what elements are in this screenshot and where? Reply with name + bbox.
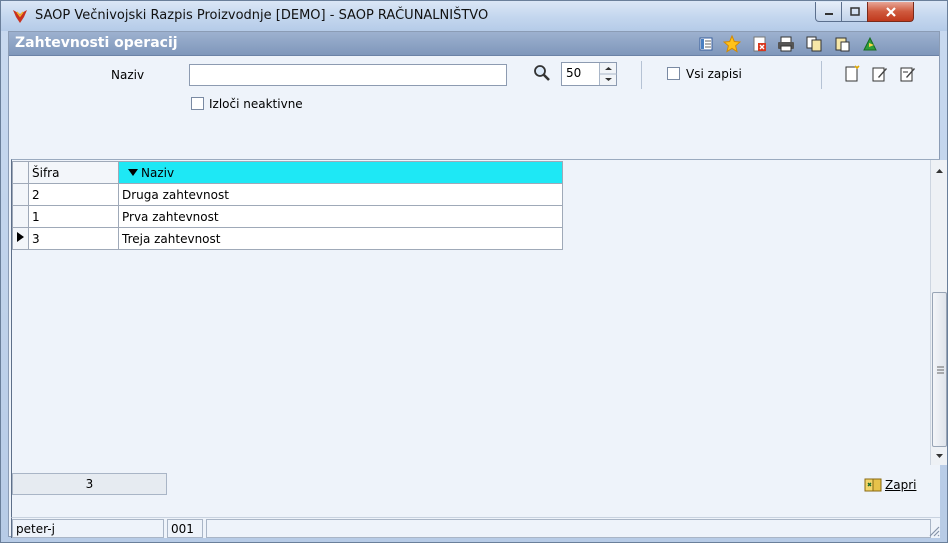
form-title: Zahtevnosti operacij [15, 35, 178, 51]
column-header-sifra[interactable]: Šifra [28, 161, 119, 184]
table-header-row: Šifra Naziv [12, 161, 563, 184]
application-window: SAOP Večnivojski Razpis Proizvodnje [DEM… [0, 0, 948, 543]
records-table: Šifra Naziv 2 Druga zahtevnost 1 Prva za… [12, 161, 563, 250]
cell-naziv[interactable]: Druga zahtevnost [118, 183, 563, 206]
status-bar: peter-j 001 [11, 517, 940, 538]
vsi-zapisi-label: Vsi zapisi [686, 67, 742, 81]
edit-multiple-icon[interactable] [899, 65, 917, 83]
izloci-neaktivne-checkbox[interactable] [191, 97, 204, 110]
zapri-button[interactable]: Zapri [864, 475, 916, 495]
columns-icon[interactable] [697, 35, 715, 53]
table-row[interactable]: 2 Druga zahtevnost [12, 183, 563, 206]
title-bar: SAOP Večnivojski Razpis Proizvodnje [DEM… [1, 1, 947, 31]
data-grid: Šifra Naziv 2 Druga zahtevnost 1 Prva za… [11, 159, 947, 465]
status-message [206, 519, 931, 538]
record-limit-stepper[interactable]: 50 [561, 62, 617, 86]
new-record-icon[interactable] [843, 65, 861, 83]
maximize-button[interactable] [841, 2, 868, 22]
record-limit-value: 50 [566, 66, 582, 80]
close-book-icon [864, 478, 882, 492]
table-row[interactable]: 1 Prva zahtevnost [12, 205, 563, 228]
sort-desc-icon [128, 168, 138, 176]
close-document-icon[interactable] [751, 35, 769, 53]
row-indicator-current[interactable] [12, 227, 29, 250]
grip-icon [937, 366, 944, 374]
current-row-arrow-icon [17, 232, 24, 242]
column-header-naziv[interactable]: Naziv [118, 161, 563, 184]
paste-record-icon[interactable] [833, 35, 851, 53]
zapri-label: Zapri [885, 478, 917, 492]
separator [821, 61, 822, 89]
minimize-button[interactable] [815, 2, 842, 22]
scroll-up-arrow-icon[interactable] [932, 164, 947, 178]
cell-sifra[interactable]: 2 [28, 183, 119, 206]
row-indicator-header [12, 161, 29, 184]
saop-app-icon [13, 10, 27, 23]
status-company: 001 [167, 519, 203, 538]
favorite-star-icon[interactable] [723, 35, 741, 53]
scroll-thumb[interactable] [932, 292, 947, 447]
window-title: SAOP Večnivojski Razpis Proizvodnje [DEM… [35, 8, 489, 23]
vertical-scrollbar[interactable] [930, 160, 947, 465]
cell-naziv[interactable]: Prva zahtevnost [118, 205, 563, 228]
cell-sifra[interactable]: 1 [28, 205, 119, 228]
scroll-down-arrow-icon[interactable] [932, 449, 947, 463]
separator [641, 61, 642, 89]
izloci-neaktivne-label: Izloči neaktivne [209, 97, 303, 111]
record-count: 3 [12, 473, 167, 495]
naziv-label: Naziv [111, 68, 145, 82]
search-icon[interactable] [533, 64, 551, 82]
vsi-zapisi-checkbox[interactable] [667, 67, 680, 80]
cell-naziv[interactable]: Treja zahtevnost [118, 227, 563, 250]
column-header-naziv-label: Naziv [141, 165, 175, 180]
status-user: peter-j [12, 519, 164, 538]
row-indicator[interactable] [12, 183, 29, 206]
footer-panel: 3 Zapri [11, 465, 940, 517]
naziv-search-input[interactable] [189, 64, 507, 86]
row-indicator[interactable] [12, 205, 29, 228]
copy-record-icon[interactable] [805, 35, 823, 53]
close-window-button[interactable] [867, 2, 914, 22]
edit-record-icon[interactable] [871, 65, 889, 83]
form-header: Zahtevnosti operacij [9, 32, 939, 56]
exit-icon[interactable] [861, 35, 879, 53]
filter-panel: Naziv 50 Vsi zapisi Izloči neaktivne [9, 57, 939, 157]
cell-sifra[interactable]: 3 [28, 227, 119, 250]
stepper-buttons[interactable] [599, 63, 617, 85]
table-row-selected[interactable]: 3 Treja zahtevnost [12, 227, 563, 250]
resize-grip-icon[interactable] [928, 525, 940, 537]
print-icon[interactable] [777, 35, 795, 53]
